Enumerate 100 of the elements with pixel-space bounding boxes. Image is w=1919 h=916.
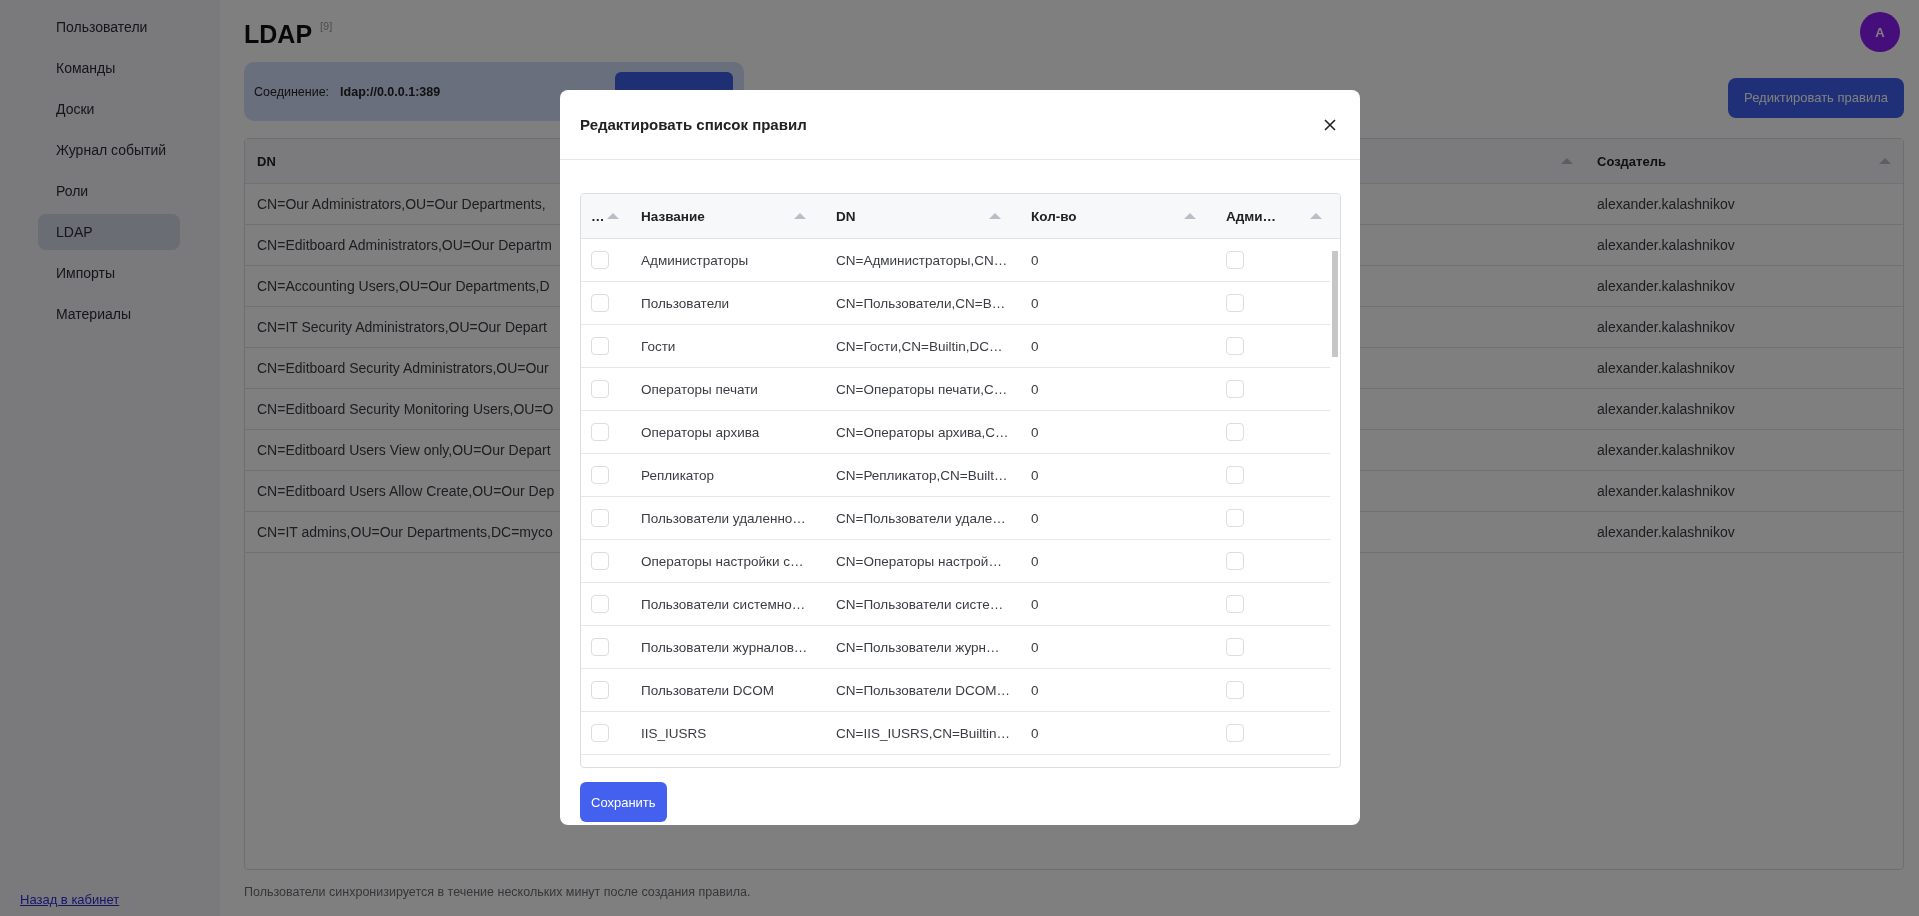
table-cell-text: CN=IIS_IUSRS,CN=Builtin… bbox=[835, 725, 1012, 741]
checkbox[interactable] bbox=[591, 380, 609, 398]
connection-url: ldap://0.0.0.1:389 bbox=[340, 84, 441, 99]
edit-rules-button[interactable]: Редиктировать правила bbox=[1728, 77, 1904, 118]
table-cell-text: CN=Гости,CN=Builtin,DC… bbox=[835, 338, 1004, 354]
table-cell-text: Операторы архива bbox=[640, 424, 761, 440]
table-cell: CN=Editboard Security Monitoring Users,OU=O bbox=[257, 401, 554, 417]
table-cell-text: CN=Пользователи систе… bbox=[835, 596, 1005, 612]
avatar[interactable]: A bbox=[1860, 12, 1900, 52]
sidebar-item[interactable]: Импорты bbox=[38, 255, 180, 291]
table-cell-text: 0 bbox=[1030, 639, 1040, 655]
table-cell: CN=Accounting Users,OU=Our Departments,D bbox=[257, 278, 550, 294]
table-cell-text: CN=Операторы печати,C… bbox=[835, 381, 1009, 397]
sort-arrow-icon bbox=[1561, 158, 1573, 164]
table-cell-text: 0 bbox=[1030, 682, 1040, 698]
sidebar-item[interactable]: Материалы bbox=[38, 296, 180, 332]
table-cell-text: Операторы настройки с… bbox=[640, 553, 805, 569]
sort-arrow-icon bbox=[1310, 213, 1322, 219]
checkbox[interactable] bbox=[1226, 681, 1244, 699]
sidebar-item[interactable]: Пользователи bbox=[38, 9, 180, 45]
checkbox[interactable] bbox=[591, 251, 609, 269]
table-cell-text: alexander.kalashnikov bbox=[1596, 523, 1736, 542]
sort-arrow-icon bbox=[1879, 158, 1891, 164]
sidebar-item[interactable]: LDAP bbox=[38, 214, 180, 250]
checkbox[interactable] bbox=[1226, 724, 1244, 742]
checkbox[interactable] bbox=[1226, 423, 1244, 441]
table-cell-text: 0 bbox=[1030, 252, 1040, 268]
checkbox[interactable] bbox=[1226, 380, 1244, 398]
checkbox[interactable] bbox=[1226, 294, 1244, 312]
table-cell-text: 0 bbox=[1030, 295, 1040, 311]
table-cell-text: 0 bbox=[1030, 553, 1040, 569]
table-cell-text: Пользователи журналов… bbox=[640, 639, 809, 655]
column-header[interactable]: Создатель bbox=[1597, 153, 1666, 169]
sidebar-item[interactable]: Доски bbox=[38, 91, 180, 127]
checkbox[interactable] bbox=[591, 595, 609, 613]
checkbox[interactable] bbox=[591, 638, 609, 656]
table-cell-text: alexander.kalashnikov bbox=[1596, 318, 1736, 337]
table-cell: CN=Our Administrators,OU=Our Departments, bbox=[257, 196, 546, 212]
table-cell-text: 0 bbox=[1030, 381, 1040, 397]
table-cell-text: 0 bbox=[1030, 510, 1040, 526]
checkbox[interactable] bbox=[591, 681, 609, 699]
page-title: LDAP bbox=[244, 20, 313, 48]
column-header[interactable]: … bbox=[591, 208, 605, 224]
table-cell: CN=IT admins,OU=Our Departments,DC=myco bbox=[257, 524, 553, 540]
checkbox[interactable] bbox=[1226, 466, 1244, 484]
table-cell: CN=Editboard Security Administrators,OU=Our bbox=[257, 360, 549, 376]
table-cell-text: CN=Репликатор,CN=Built… bbox=[835, 467, 1009, 483]
back-link[interactable]: Назад в кабинет bbox=[20, 892, 120, 907]
table-cell: CN=Editboard Users View only,OU=Our Depart bbox=[257, 442, 551, 458]
checkbox[interactable] bbox=[591, 466, 609, 484]
sidebar-item[interactable]: Роли bbox=[38, 173, 180, 209]
save-button[interactable]: Сохранить bbox=[580, 782, 667, 822]
table-cell-text: alexander.kalashnikov bbox=[1596, 195, 1736, 214]
column-header[interactable]: Название bbox=[641, 208, 705, 224]
table-cell-text: alexander.kalashnikov bbox=[1596, 441, 1736, 460]
checkbox[interactable] bbox=[1226, 552, 1244, 570]
table-cell-text: alexander.kalashnikov bbox=[1596, 482, 1736, 501]
table-cell-text: alexander.kalashnikov bbox=[1596, 400, 1736, 419]
checkbox[interactable] bbox=[1226, 337, 1244, 355]
checkbox[interactable] bbox=[1226, 595, 1244, 613]
column-header[interactable]: Адми… bbox=[1226, 208, 1277, 224]
table-cell-text: Репликатор bbox=[640, 467, 716, 483]
checkbox[interactable] bbox=[1226, 509, 1244, 527]
column-header[interactable]: Кол-во bbox=[1031, 208, 1077, 224]
table-cell-text: Пользователи системно… bbox=[640, 596, 807, 612]
close-icon bbox=[1323, 117, 1337, 132]
column-header[interactable]: DN bbox=[836, 208, 856, 224]
table-cell-text: 0 bbox=[1030, 424, 1040, 440]
checkbox[interactable] bbox=[591, 337, 609, 355]
checkbox[interactable] bbox=[591, 724, 609, 742]
sidebar-item[interactable]: Команды bbox=[38, 50, 180, 86]
checkbox[interactable] bbox=[591, 552, 609, 570]
table-cell-text: 0 bbox=[1030, 596, 1040, 612]
sort-arrow-icon bbox=[989, 213, 1001, 219]
table-cell-text: 0 bbox=[1030, 725, 1040, 741]
checkbox[interactable] bbox=[1226, 638, 1244, 656]
checkbox[interactable] bbox=[1226, 251, 1244, 269]
sidebar-item[interactable]: Журнал событий bbox=[38, 132, 180, 168]
table-cell-text: CN=Пользователи журн… bbox=[835, 639, 1001, 655]
table-cell-text: CN=Пользователи DCOM… bbox=[835, 682, 1011, 698]
checkbox[interactable] bbox=[591, 294, 609, 312]
table-cell-text: Гости bbox=[640, 338, 677, 354]
table-cell-text: Операторы печати bbox=[640, 381, 759, 397]
sort-arrow-icon bbox=[606, 213, 619, 219]
table-cell: CN=Editboard Users Allow Create,OU=Our Dep bbox=[257, 483, 555, 499]
table-cell-text: CN=Пользователи,CN=B… bbox=[835, 295, 1007, 311]
table-cell: CN=IT Security Administrators,OU=Our Depart bbox=[257, 319, 547, 335]
table-cell-text: IIS_IUSRS bbox=[640, 725, 708, 741]
table-cell: CN=Editboard Administrators,OU=Our Departm bbox=[257, 237, 552, 253]
checkbox[interactable] bbox=[591, 423, 609, 441]
table-cell-text: alexander.kalashnikov bbox=[1596, 277, 1736, 296]
table-cell-text: CN=Пользователи удале… bbox=[835, 510, 1007, 526]
table-cell-text: 0 bbox=[1030, 467, 1040, 483]
table-cell-text: CN=Операторы настрой… bbox=[835, 553, 1003, 569]
checkbox[interactable] bbox=[591, 509, 609, 527]
column-header[interactable]: DN bbox=[257, 153, 276, 169]
table-cell-text: Администраторы bbox=[640, 252, 750, 268]
table-cell-text: Пользователи DCOM bbox=[640, 682, 776, 698]
connection-label: Соединение: bbox=[254, 84, 330, 99]
table-cell-text: CN=Администраторы,CN… bbox=[835, 252, 1009, 268]
